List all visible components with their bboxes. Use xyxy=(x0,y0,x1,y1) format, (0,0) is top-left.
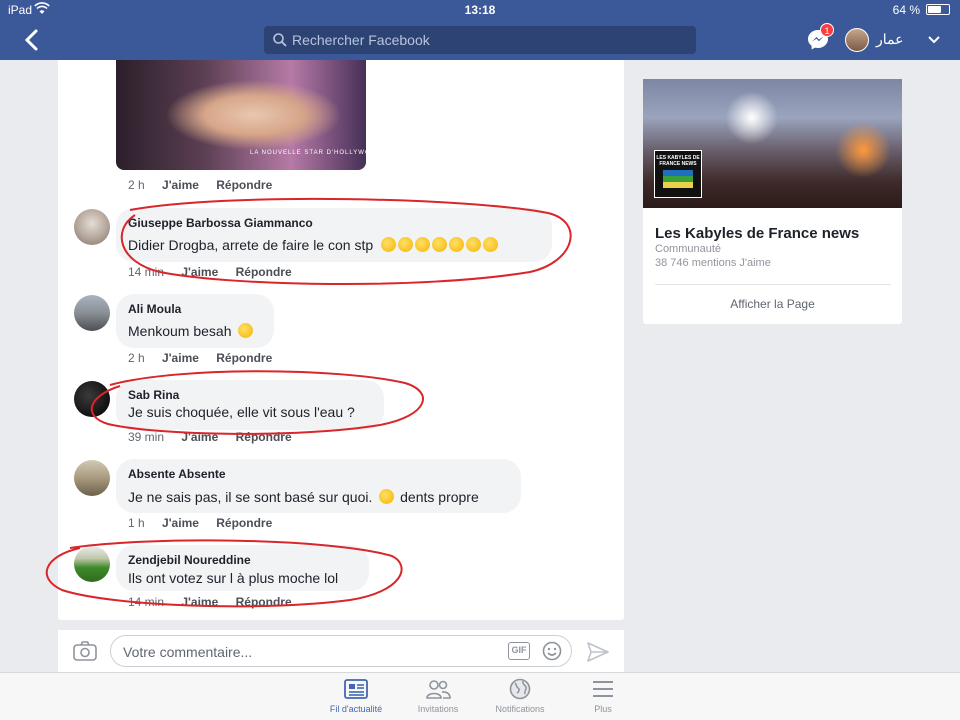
news-feed-icon xyxy=(344,679,368,699)
comment-placeholder: Votre commentaire... xyxy=(123,644,253,660)
tab-more[interactable]: Plus xyxy=(563,678,643,714)
page-name[interactable]: Les Kabyles de France news xyxy=(655,225,859,242)
emoji-picker-icon[interactable] xyxy=(542,641,562,661)
annotation-circle-1 xyxy=(120,197,572,286)
comment-input[interactable]: Votre commentaire... xyxy=(110,635,572,667)
kabyle-flag-icon xyxy=(663,170,693,188)
annotation-circle-2 xyxy=(90,370,424,435)
view-page-button[interactable]: Afficher la Page xyxy=(643,297,902,311)
divider xyxy=(655,284,891,285)
globe-icon xyxy=(509,678,531,700)
camera-icon[interactable] xyxy=(72,640,98,662)
tab-label: Fil d'actualité xyxy=(329,704,383,714)
page-category: Communauté xyxy=(655,243,722,255)
gif-button[interactable]: GIF xyxy=(508,642,530,660)
tab-label: Notifications xyxy=(495,704,545,714)
hamburger-icon xyxy=(593,681,613,697)
page-logo-text: LES KABYLES DE FRANCE NEWS xyxy=(656,155,700,167)
page-likes: 38 746 mentions J'aime xyxy=(655,257,771,269)
friends-icon xyxy=(426,680,451,699)
send-icon[interactable] xyxy=(586,640,610,664)
tab-invitations[interactable]: Invitations xyxy=(398,678,478,714)
tab-label: Plus xyxy=(594,704,612,714)
tab-news-feed[interactable]: Fil d'actualité xyxy=(316,678,396,714)
tab-notifications[interactable]: Notifications xyxy=(480,678,560,714)
page-logo[interactable]: LES KABYLES DE FRANCE NEWS xyxy=(654,150,702,198)
annotation-circle-3 xyxy=(45,539,403,608)
tab-label: Invitations xyxy=(417,704,459,714)
